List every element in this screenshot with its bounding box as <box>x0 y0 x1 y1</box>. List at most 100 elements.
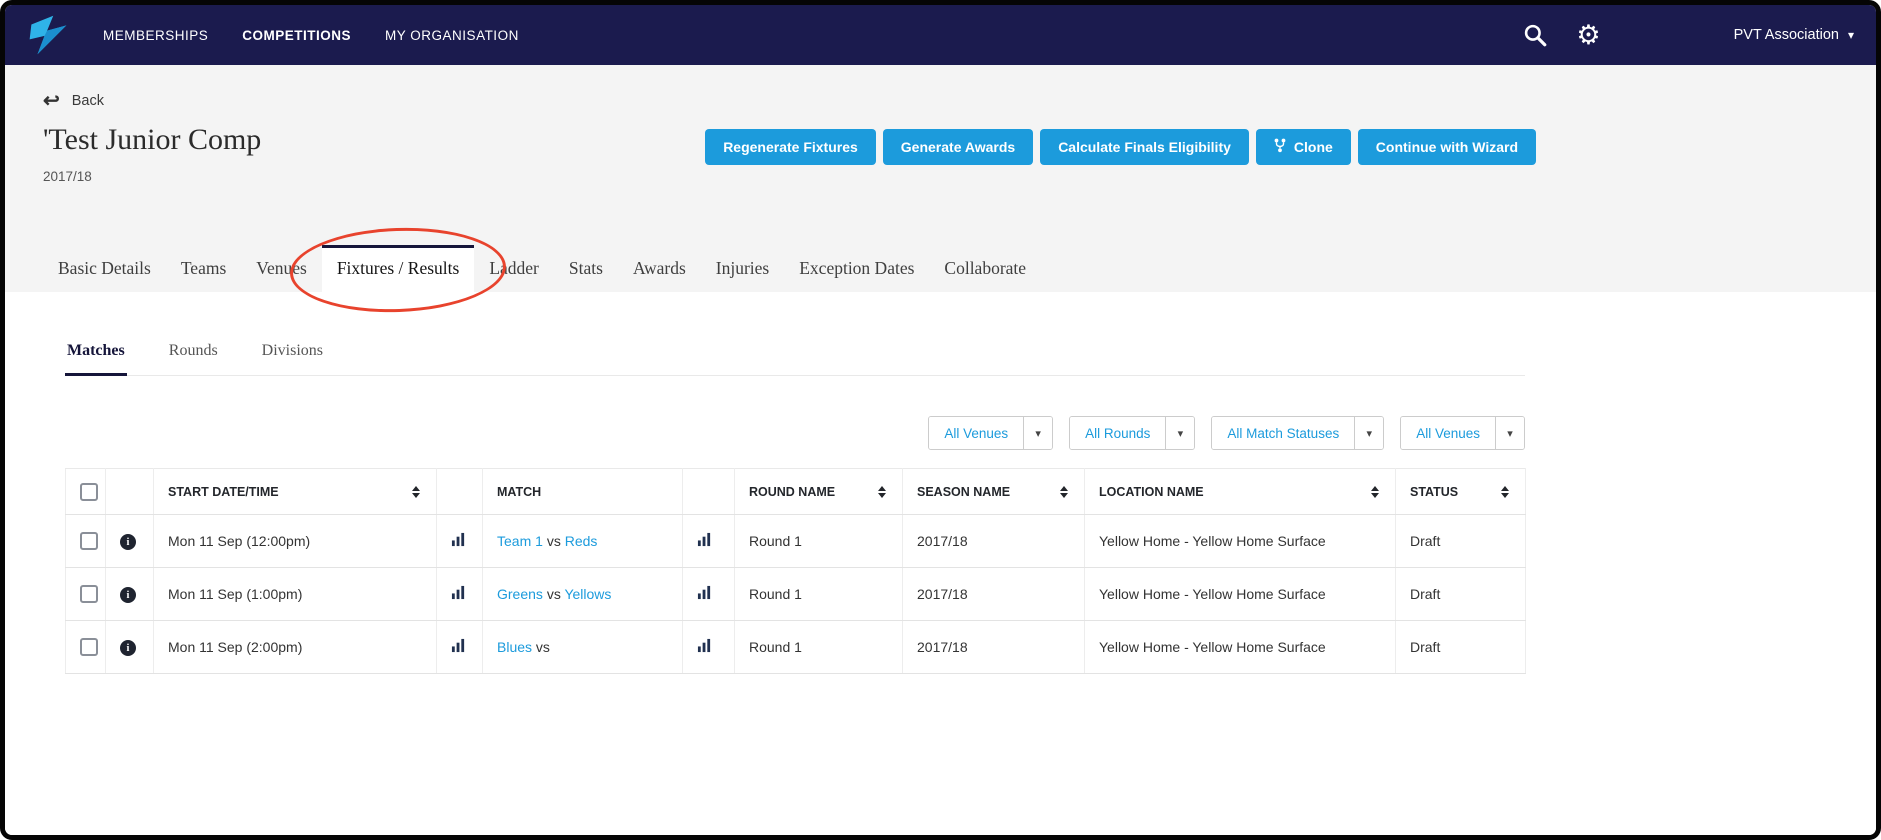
bar-chart-icon[interactable] <box>451 532 466 547</box>
row-checkbox[interactable] <box>80 638 98 656</box>
back-arrow-icon[interactable]: ↩ <box>43 91 60 111</box>
tab-stats[interactable]: Stats <box>554 245 618 292</box>
bar-chart-icon[interactable] <box>697 585 712 600</box>
cell-location-name: Yellow Home - Yellow Home Surface <box>1084 567 1396 621</box>
organisation-selector[interactable]: PVT Association ▾ <box>1734 27 1854 43</box>
tab-basic-details[interactable]: Basic Details <box>43 245 166 292</box>
sort-icon[interactable] <box>1499 484 1511 500</box>
sort-icon[interactable] <box>1369 484 1381 500</box>
tab-awards[interactable]: Awards <box>618 245 701 292</box>
filter-venues-2-label[interactable]: All Venues <box>1401 417 1495 449</box>
tab-teams[interactable]: Teams <box>166 245 241 292</box>
tab-ladder[interactable]: Ladder <box>474 245 554 292</box>
header-match: MATCH <box>482 468 683 515</box>
filter-rounds-caret-icon[interactable]: ▾ <box>1165 417 1195 449</box>
vs-label: vs <box>546 586 561 602</box>
bar-chart-icon[interactable] <box>697 532 712 547</box>
home-team-link[interactable]: Team 1 <box>497 533 543 549</box>
filter-venues-label[interactable]: All Venues <box>929 417 1024 449</box>
home-team-link[interactable]: Blues <box>497 639 532 655</box>
cell-chart-2 <box>682 567 735 621</box>
tab-venues[interactable]: Venues <box>241 245 322 292</box>
header-chart-cell <box>436 468 483 515</box>
bar-chart-icon[interactable] <box>451 638 466 653</box>
cell-start-datetime: Mon 11 Sep (2:00pm) <box>153 620 437 674</box>
sort-icon[interactable] <box>876 484 888 500</box>
subtab-divisions[interactable]: Divisions <box>260 342 325 375</box>
filter-match-statuses-label[interactable]: All Match Statuses <box>1212 417 1355 449</box>
competition-tabs: Basic Details Teams Venues Fixtures / Re… <box>5 224 1876 316</box>
header-location-name-label: LOCATION NAME <box>1099 484 1204 499</box>
navbar-right: ⚙ PVT Association ▾ <box>1522 21 1854 49</box>
row-checkbox[interactable] <box>80 585 98 603</box>
header-start-datetime: START DATE/TIME <box>153 468 437 515</box>
title-block: 'Test Junior Comp 2017/18 <box>43 119 261 184</box>
cell-season-name: 2017/18 <box>902 620 1085 674</box>
cell-chart-2 <box>682 620 735 674</box>
cell-start-datetime: Mon 11 Sep (12:00pm) <box>153 514 437 568</box>
header-status: STATUS <box>1395 468 1526 515</box>
cell-chart <box>436 567 483 621</box>
bar-chart-icon[interactable] <box>697 638 712 653</box>
select-all-checkbox[interactable] <box>80 482 98 501</box>
table-header-row: START DATE/TIME MATCH ROUND NAME SEASON … <box>65 468 1526 515</box>
filter-match-statuses-caret-icon[interactable]: ▾ <box>1354 417 1384 449</box>
row-checkbox[interactable] <box>80 532 98 550</box>
tab-collaborate[interactable]: Collaborate <box>929 245 1041 292</box>
clone-button-label: Clone <box>1293 139 1333 155</box>
tab-content-panel: Matches Rounds Divisions All Venues ▾ Al… <box>5 292 1876 835</box>
info-icon[interactable]: i <box>120 640 136 657</box>
filter-venues-caret-icon[interactable]: ▾ <box>1023 417 1053 449</box>
sort-icon[interactable] <box>1058 484 1070 500</box>
season-label: 2017/18 <box>43 169 92 184</box>
subtab-rounds[interactable]: Rounds <box>167 342 220 375</box>
cell-info: i <box>105 514 154 568</box>
sort-icon[interactable] <box>410 484 422 500</box>
generate-awards-button[interactable]: Generate Awards <box>882 129 1034 165</box>
cell-round-name: Round 1 <box>734 514 903 568</box>
header-location-name: LOCATION NAME <box>1084 468 1396 515</box>
cell-season-name: 2017/18 <box>902 567 1085 621</box>
cell-match: Greens vs Yellows <box>482 567 683 621</box>
filter-match-statuses-dropdown: All Match Statuses ▾ <box>1211 416 1385 450</box>
back-row: ↩ Back <box>43 91 1838 111</box>
cell-round-name: Round 1 <box>734 567 903 621</box>
nav-competitions[interactable]: COMPETITIONS <box>242 28 351 43</box>
cell-status: Draft <box>1395 620 1526 674</box>
organisation-name: PVT Association <box>1733 27 1839 43</box>
nav-memberships[interactable]: MEMBERSHIPS <box>103 28 208 43</box>
search-icon[interactable] <box>1522 22 1548 48</box>
cell-match: Blues vs <box>482 620 683 674</box>
brand-logo[interactable] <box>27 14 69 56</box>
continue-with-wizard-button[interactable]: Continue with Wizard <box>1357 129 1536 165</box>
regenerate-fixtures-button[interactable]: Regenerate Fixtures <box>705 129 876 165</box>
action-buttons: Regenerate Fixtures Generate Awards Calc… <box>705 129 1536 165</box>
tab-exception-dates[interactable]: Exception Dates <box>784 245 929 292</box>
cell-location-name: Yellow Home - Yellow Home Surface <box>1084 514 1396 568</box>
info-icon[interactable]: i <box>120 534 136 551</box>
tab-injuries[interactable]: Injuries <box>701 245 784 292</box>
bar-chart-icon[interactable] <box>451 585 466 600</box>
tab-fixtures-results[interactable]: Fixtures / Results <box>288 224 508 316</box>
away-team-link[interactable]: Yellows <box>564 586 611 602</box>
filter-rounds-label[interactable]: All Rounds <box>1070 417 1166 449</box>
home-team-link[interactable]: Greens <box>497 586 543 602</box>
back-link[interactable]: Back <box>72 93 104 109</box>
match-row: i Mon 11 Sep (2:00pm) Blues vs Round 1 2… <box>65 620 1526 674</box>
cell-info: i <box>105 567 154 621</box>
cell-select <box>65 514 106 568</box>
away-team-link[interactable]: Reds <box>565 533 598 549</box>
clone-button[interactable]: Clone <box>1255 129 1351 165</box>
vs-label: vs <box>535 639 550 655</box>
info-icon[interactable]: i <box>120 587 136 604</box>
gear-icon[interactable]: ⚙ <box>1576 21 1600 49</box>
page-header-section: ↩ Back 'Test Junior Comp 2017/18 Regener… <box>5 65 1876 316</box>
subtab-matches[interactable]: Matches <box>65 342 127 376</box>
filter-venues-2-caret-icon[interactable]: ▾ <box>1495 417 1524 449</box>
calculate-finals-eligibility-button[interactable]: Calculate Finals Eligibility <box>1040 129 1249 165</box>
nav-my-organisation[interactable]: MY ORGANISATION <box>385 28 519 43</box>
tab-fixtures-results-label: Fixtures / Results <box>336 258 460 278</box>
header-round-name: ROUND NAME <box>734 468 903 515</box>
match-row: i Mon 11 Sep (12:00pm) Team 1 vs Reds Ro… <box>65 514 1526 568</box>
cell-start-datetime: Mon 11 Sep (1:00pm) <box>153 567 437 621</box>
